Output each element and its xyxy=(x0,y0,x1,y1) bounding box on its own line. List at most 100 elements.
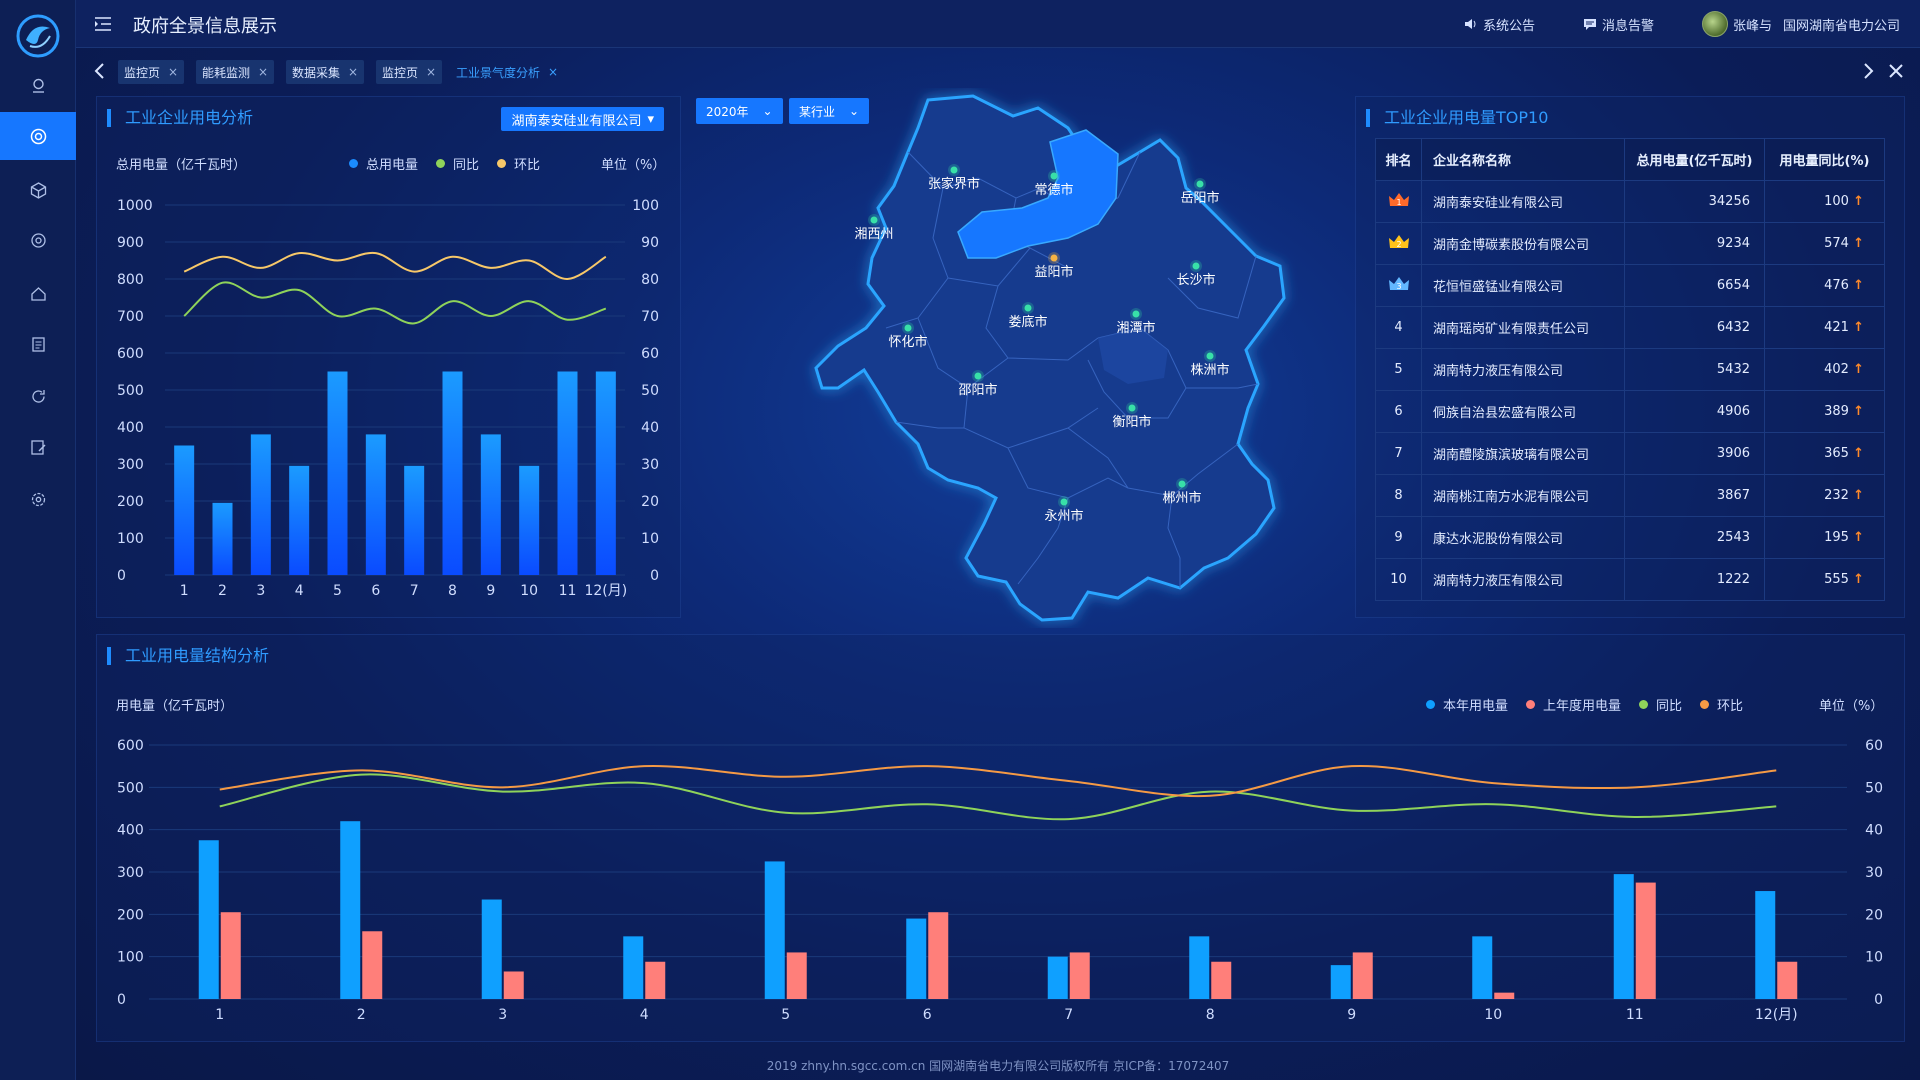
table-row[interactable]: 6 侗族自治县宏盛有限公司 4906 389 ↑ xyxy=(1375,390,1885,433)
sidebar-item-1[interactable] xyxy=(0,61,76,109)
table-row[interactable]: 1 湖南泰安硅业有限公司 34256 100 ↑ xyxy=(1375,180,1885,223)
table-row[interactable]: 10 湖南特力液压有限公司 1222 555 ↑ xyxy=(1375,558,1885,601)
y2-tick-label: 30 xyxy=(1865,865,1883,881)
y2-tick-label: 50 xyxy=(1865,780,1883,796)
table-row[interactable]: 5 湖南特力液压有限公司 5432 402 ↑ xyxy=(1375,348,1885,391)
sidebar-item-3[interactable] xyxy=(0,166,76,214)
alerts-label: 消息告警 xyxy=(1601,18,1654,34)
close-all-tabs-icon[interactable] xyxy=(1886,61,1906,81)
x-tick-label: 2 xyxy=(357,1007,366,1023)
table-row[interactable]: 2 湖南金博碳素股份有限公司 9234 574 ↑ xyxy=(1375,222,1885,265)
yoy-cell: 232 ↑ xyxy=(1764,474,1885,517)
sidebar-item-7[interactable] xyxy=(0,372,76,420)
y2-tick-label: 30 xyxy=(641,457,659,473)
bar-last-year xyxy=(1635,882,1656,999)
tab-close-icon[interactable]: × xyxy=(168,65,178,79)
col-header-total[interactable]: 总用电量(亿千瓦时) xyxy=(1624,138,1765,181)
tab-label: 监控页 xyxy=(382,65,419,80)
city-label: 长沙市 xyxy=(1176,272,1215,288)
sidebar-item-4[interactable] xyxy=(0,216,76,264)
tabs-prev-icon[interactable] xyxy=(90,61,110,81)
menu-toggle-icon[interactable] xyxy=(94,15,112,33)
tab-1[interactable]: 监控页 × xyxy=(118,60,185,84)
sidebar-item-2[interactable] xyxy=(0,112,76,160)
city-dot xyxy=(1050,254,1058,262)
tab-5[interactable]: 工业景气度分析 × xyxy=(450,60,564,84)
tab-close-icon[interactable]: × xyxy=(426,65,436,79)
tab-2[interactable]: 能耗监测 × xyxy=(196,60,275,84)
y2-tick-label: 0 xyxy=(1874,992,1883,1008)
bar-current xyxy=(764,861,785,999)
yoy-value: 100 xyxy=(1824,194,1849,209)
bar-current xyxy=(906,918,927,999)
bar xyxy=(557,371,578,575)
col-header-yoy[interactable]: 用电量同比(%) xyxy=(1764,138,1885,181)
city-marker[interactable]: 岳阳市 xyxy=(1180,178,1220,206)
table-row[interactable]: 8 湖南桃江南方水泥有限公司 3867 232 ↑ xyxy=(1375,474,1885,517)
table-row[interactable]: 3 花恒恒盛锰业有限公司 6654 476 ↑ xyxy=(1375,264,1885,307)
y2-tick-label: 60 xyxy=(1865,738,1883,754)
arrow-up-icon: ↑ xyxy=(1853,446,1864,461)
x-tick-label: 1 xyxy=(180,583,189,599)
y-tick-label: 500 xyxy=(117,780,144,796)
bar xyxy=(212,502,233,575)
top10-table: 排名 企业名称名称 总用电量(亿千瓦时) 用电量同比(%) 1 湖南泰安硅业有限公… xyxy=(1375,138,1885,601)
cube-icon xyxy=(30,181,46,199)
y-tick-label: 600 xyxy=(117,346,144,362)
sidebar-item-6[interactable] xyxy=(0,320,76,368)
bar xyxy=(519,465,540,575)
user-menu[interactable]: 张峰与 国网湖南省电力公司 xyxy=(1701,11,1900,37)
company-name-cell: 侗族自治县宏盛有限公司 xyxy=(1421,390,1625,433)
city-label: 株洲市 xyxy=(1190,362,1229,378)
sidebar-item-5[interactable] xyxy=(0,269,76,317)
yoy-value: 421 xyxy=(1824,320,1849,335)
table-row[interactable]: 4 湖南瑶岗矿业有限责任公司 6432 421 ↑ xyxy=(1375,306,1885,349)
bar-current xyxy=(1189,936,1210,999)
city-label: 怀化市 xyxy=(888,334,927,350)
speaker-icon xyxy=(1464,19,1476,29)
table-row[interactable]: 9 康达水泥股份有限公司 2543 195 ↑ xyxy=(1375,516,1885,559)
announcement-button[interactable]: 系统公告 xyxy=(1464,15,1535,34)
alerts-button[interactable]: 消息告警 xyxy=(1583,15,1654,34)
tab-close-icon[interactable]: × xyxy=(258,65,268,79)
city-dot xyxy=(974,372,982,380)
x-tick-label: 9 xyxy=(486,583,495,599)
city-label: 娄底市 xyxy=(1008,314,1047,330)
tab-close-icon[interactable]: × xyxy=(348,65,358,79)
tab-4[interactable]: 监控页 × xyxy=(376,60,443,84)
series-line-mom xyxy=(219,764,1777,798)
city-dot xyxy=(1128,404,1136,412)
city-label: 湘西州 xyxy=(854,227,893,242)
bar xyxy=(442,371,463,575)
tab-close-icon[interactable]: × xyxy=(548,65,558,79)
sidebar-item-9[interactable] xyxy=(0,475,76,523)
city-dot xyxy=(1024,304,1032,312)
series-line-mom xyxy=(183,251,607,281)
city-label: 衡阳市 xyxy=(1112,414,1151,430)
col-header-rank[interactable]: 排名 xyxy=(1375,138,1422,181)
yoy-value: 365 xyxy=(1824,446,1849,461)
y2-tick-label: 60 xyxy=(641,346,659,362)
yoy-value: 402 xyxy=(1824,362,1849,377)
x-tick-label: 8 xyxy=(1206,1007,1215,1023)
x-tick-label: 6 xyxy=(923,1007,932,1023)
col-header-name[interactable]: 企业名称名称 xyxy=(1421,138,1625,181)
city-dot xyxy=(950,166,958,174)
table-row[interactable]: 7 湖南醴陵旗滨玻璃有限公司 3906 365 ↑ xyxy=(1375,432,1885,475)
bar-last-year xyxy=(1211,961,1232,999)
y-tick-label: 300 xyxy=(117,457,144,473)
city-dot xyxy=(1178,480,1186,488)
y-tick-label: 800 xyxy=(117,272,144,288)
top10-table-wrap: 排名 企业名称名称 总用电量(亿千瓦时) 用电量同比(%) 1 湖南泰安硅业有限公… xyxy=(1375,138,1885,601)
crown-icon: 1 xyxy=(1388,192,1409,207)
tab-3[interactable]: 数据采集 × xyxy=(286,60,365,84)
bar-current xyxy=(481,899,502,999)
x-tick-label: 7 xyxy=(410,583,419,599)
bar-last-year xyxy=(1069,952,1090,999)
tabs-next-icon[interactable] xyxy=(1858,61,1878,81)
sidebar-item-8[interactable] xyxy=(0,423,76,471)
y-tick-label: 200 xyxy=(117,907,144,923)
x-tick-label: 2 xyxy=(218,583,227,599)
crown-rank: 2 xyxy=(1396,240,1401,249)
structure-chart: 0 0 100 10 200 20 300 30 400 40 500 50 600 60 1 2 3 4 5 6 7 8… xyxy=(117,738,1883,1023)
